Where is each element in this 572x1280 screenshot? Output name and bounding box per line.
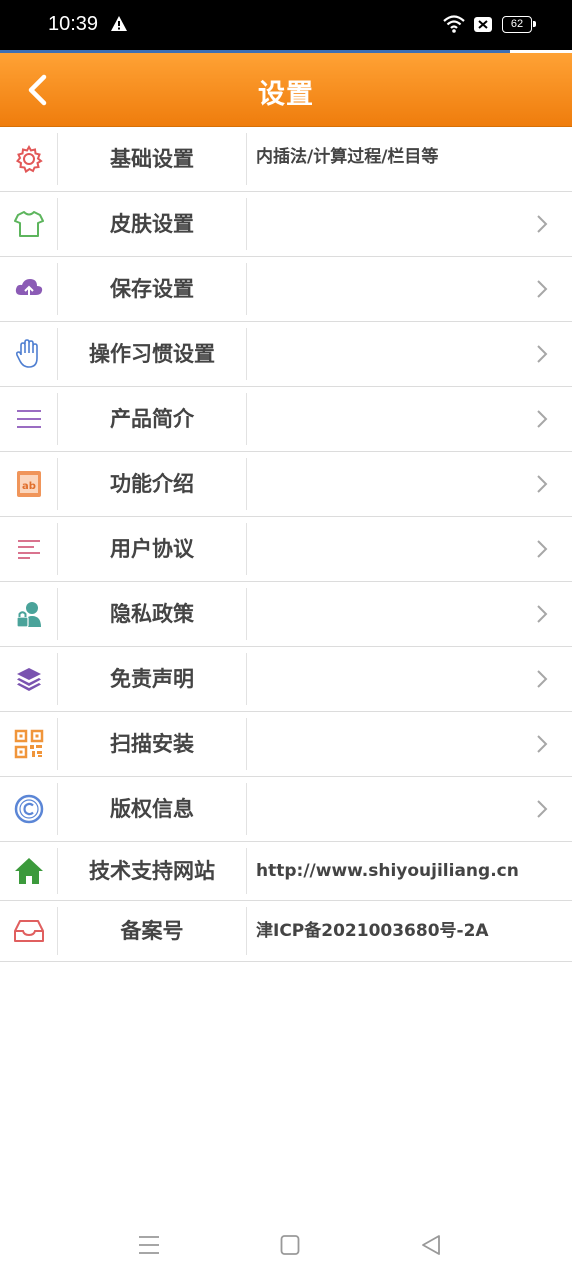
ab-box-icon: ab: [0, 452, 58, 516]
row-label: 隐私政策: [110, 602, 194, 626]
chevron-right-icon: [536, 669, 548, 689]
back-nav-button[interactable]: [420, 1234, 442, 1260]
chevron-right-icon: [536, 409, 548, 429]
battery-icon: 62: [502, 16, 536, 33]
user-lock-icon: [0, 582, 58, 646]
row-label: 保存设置: [110, 277, 194, 301]
cloud-upload-icon: [0, 257, 58, 321]
settings-row-scan[interactable]: 扫描安装: [0, 712, 572, 777]
header-bar: 设置: [0, 53, 572, 127]
row-label: 扫描安装: [110, 732, 194, 756]
settings-row-privacy[interactable]: 隐私政策: [0, 582, 572, 647]
svg-text:ab: ab: [22, 481, 36, 492]
chevron-right-icon: [536, 344, 548, 364]
settings-row-icp[interactable]: 备案号 津ICP备2021003680号-2A: [0, 901, 572, 962]
qr-code-icon: [0, 712, 58, 776]
no-sim-icon: [473, 16, 493, 37]
status-time: 10:39: [48, 13, 99, 35]
settings-row-features[interactable]: ab 功能介绍: [0, 452, 572, 517]
settings-row-skin[interactable]: 皮肤设置: [0, 192, 572, 257]
home-icon: [0, 842, 58, 900]
row-label: 产品简介: [110, 407, 194, 431]
row-label: 版权信息: [110, 797, 194, 821]
row-label: 基础设置: [110, 147, 194, 171]
home-button[interactable]: [280, 1234, 300, 1260]
chevron-right-icon: [536, 734, 548, 754]
chevron-right-icon: [536, 279, 548, 299]
settings-row-copyright[interactable]: 版权信息: [0, 777, 572, 842]
row-value[interactable]: http://www.shiyoujiliang.cn: [256, 842, 519, 900]
chevron-right-icon: [536, 474, 548, 494]
row-label: 皮肤设置: [110, 212, 194, 236]
row-value: 津ICP备2021003680号-2A: [256, 921, 489, 941]
tshirt-icon: [0, 192, 58, 256]
layers-icon: [0, 647, 58, 711]
settings-row-agreement[interactable]: 用户协议: [0, 517, 572, 582]
settings-row-product[interactable]: 产品简介: [0, 387, 572, 452]
chevron-right-icon: [536, 799, 548, 819]
row-label: 备案号: [120, 919, 184, 943]
status-bar: 10:39 62: [0, 0, 572, 50]
row-label: 操作习惯设置: [89, 342, 215, 366]
settings-list: 基础设置 内插法/计算过程/栏目等 皮肤设置 保存设置 操作习惯设置 产品简介 …: [0, 127, 572, 962]
recent-apps-button[interactable]: [138, 1234, 160, 1260]
triangle-back-icon: [422, 1235, 440, 1255]
wifi-icon: [442, 14, 466, 38]
settings-row-habit[interactable]: 操作习惯设置: [0, 322, 572, 387]
square-icon: [280, 1235, 300, 1255]
row-label: 功能介绍: [110, 472, 194, 496]
settings-row-basic[interactable]: 基础设置 内插法/计算过程/栏目等: [0, 127, 572, 192]
page-title: 设置: [258, 79, 314, 110]
hand-icon: [0, 322, 58, 386]
row-label: 用户协议: [110, 537, 194, 561]
row-label: 技术支持网站: [89, 859, 215, 883]
settings-row-website[interactable]: 技术支持网站 http://www.shiyoujiliang.cn: [0, 842, 572, 901]
warning-icon: [110, 15, 128, 36]
menu-lines-icon: [0, 387, 58, 451]
row-value: 内插法/计算过程/栏目等: [256, 147, 439, 167]
chevron-right-icon: [536, 604, 548, 624]
copyright-icon: [0, 777, 58, 841]
chevron-right-icon: [536, 214, 548, 234]
row-label: 免责声明: [110, 667, 194, 691]
gear-icon: [0, 127, 58, 191]
settings-row-disclaimer[interactable]: 免责声明: [0, 647, 572, 712]
text-lines-icon: [0, 517, 58, 581]
settings-row-save[interactable]: 保存设置: [0, 257, 572, 322]
inbox-icon: [0, 901, 58, 961]
menu-icon: [139, 1236, 159, 1254]
system-nav-bar: [0, 1210, 572, 1280]
chevron-right-icon: [536, 539, 548, 559]
